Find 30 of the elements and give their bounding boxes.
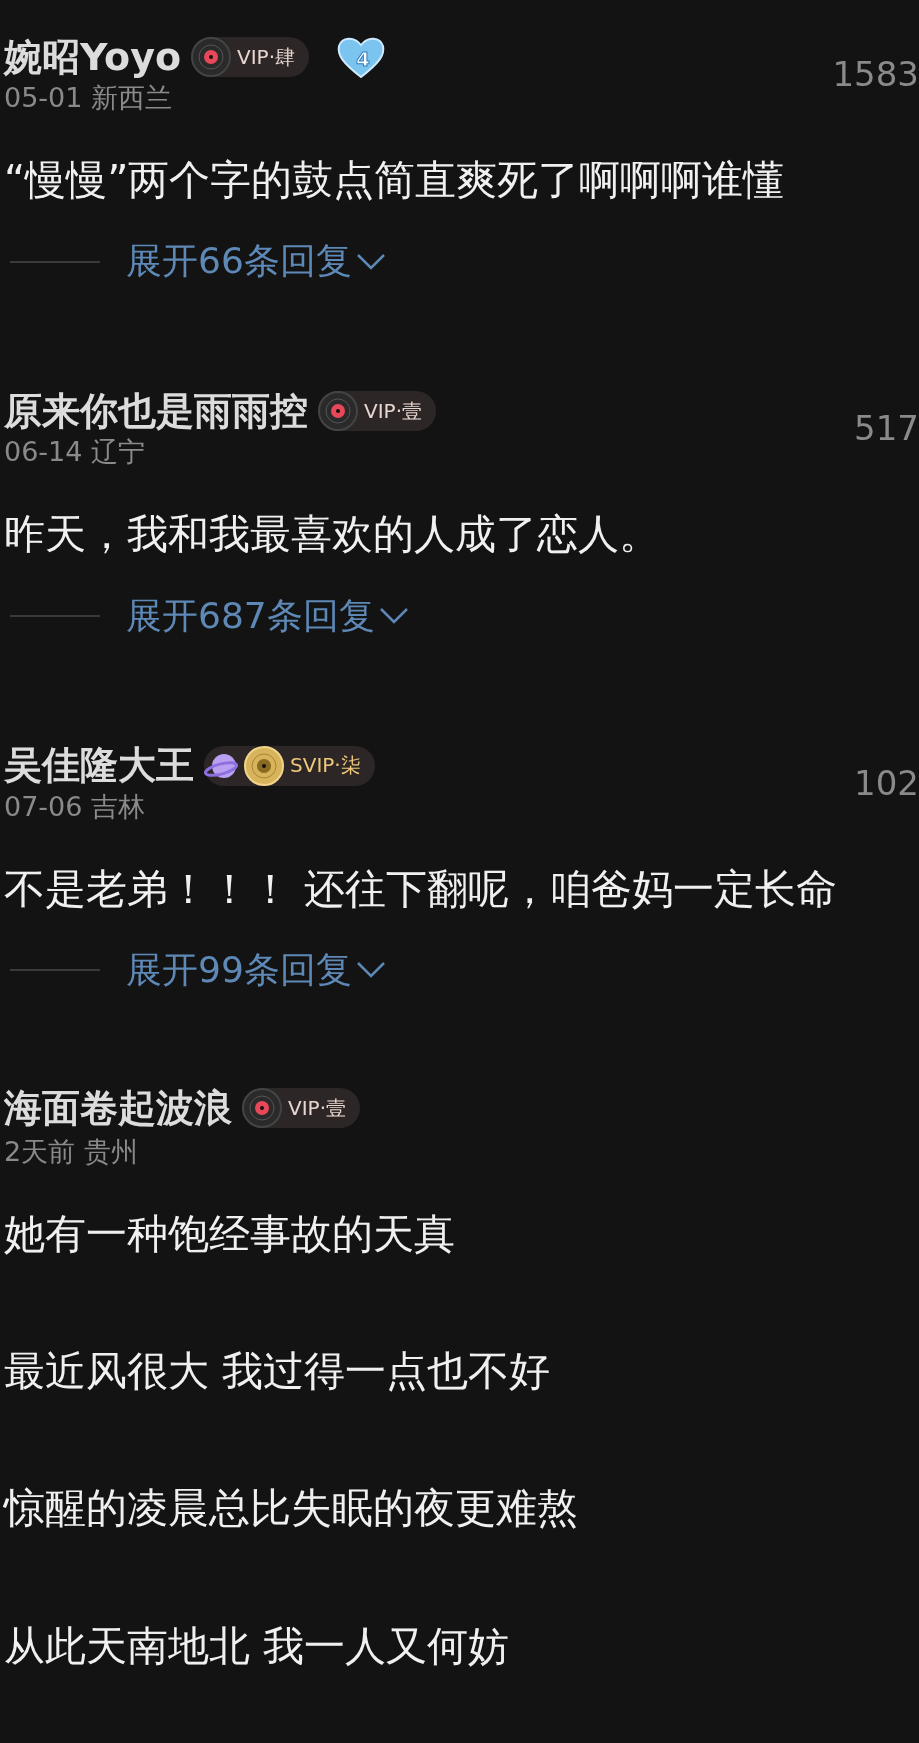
expand-replies-link[interactable]: 展开99条回复 [112,945,386,995]
comment-text: 惊醒的凌晨总比失眠的夜更难熬 [4,1483,579,1535]
comment-meta: 06-14 辽宁 [4,435,147,470]
like-count: 1583 [832,54,919,94]
comment-text: 最近风很大 我过得一点也不好 [4,1346,552,1398]
user-name[interactable]: 婉昭Yoyo [4,31,181,83]
record-disc-icon [244,745,284,786]
badge-label: VIP·壹 [288,1094,346,1122]
expand-replies-link[interactable]: 展开66条回复 [112,237,386,287]
user-name[interactable]: 原来你也是雨雨控 [4,385,308,437]
user-name[interactable]: 吴佳隆大王 [4,740,194,792]
chevron-down-icon [355,961,386,980]
expand-replies-link[interactable]: 展开687条回复 [112,591,409,641]
comment-meta: 2天前 贵州 [4,1134,139,1169]
chevron-down-icon [355,252,386,271]
comment-meta: 07-06 吉林 [4,789,147,824]
like-count: 102 [854,762,919,803]
badge-label: SVIP·柒 [290,752,361,780]
comment-text: “慢慢”两个字的鼓点简直爽死了啊啊啊谁懂 [4,155,786,206]
comment-meta: 05-01 新西兰 [4,81,174,115]
heart-level-icon: 4 [335,35,387,79]
like-count: 517 [854,408,919,449]
comment-text: 她有一种饱经事故的天真 [4,1208,456,1260]
user-name[interactable]: 海面卷起波浪 [4,1082,232,1134]
comment-text: 昨天，我和我最喜欢的人成了恋人。 [4,509,661,561]
badge-label: VIP·肆 [237,43,295,71]
comment-text: 从此天南地北 我一人又何妨 [4,1620,511,1672]
badge-label: VIP·壹 [364,397,422,425]
comment-text: 不是老弟！！！ 还往下翻呢，咱爸妈一定长命 [4,863,839,915]
chevron-down-icon [378,607,409,626]
